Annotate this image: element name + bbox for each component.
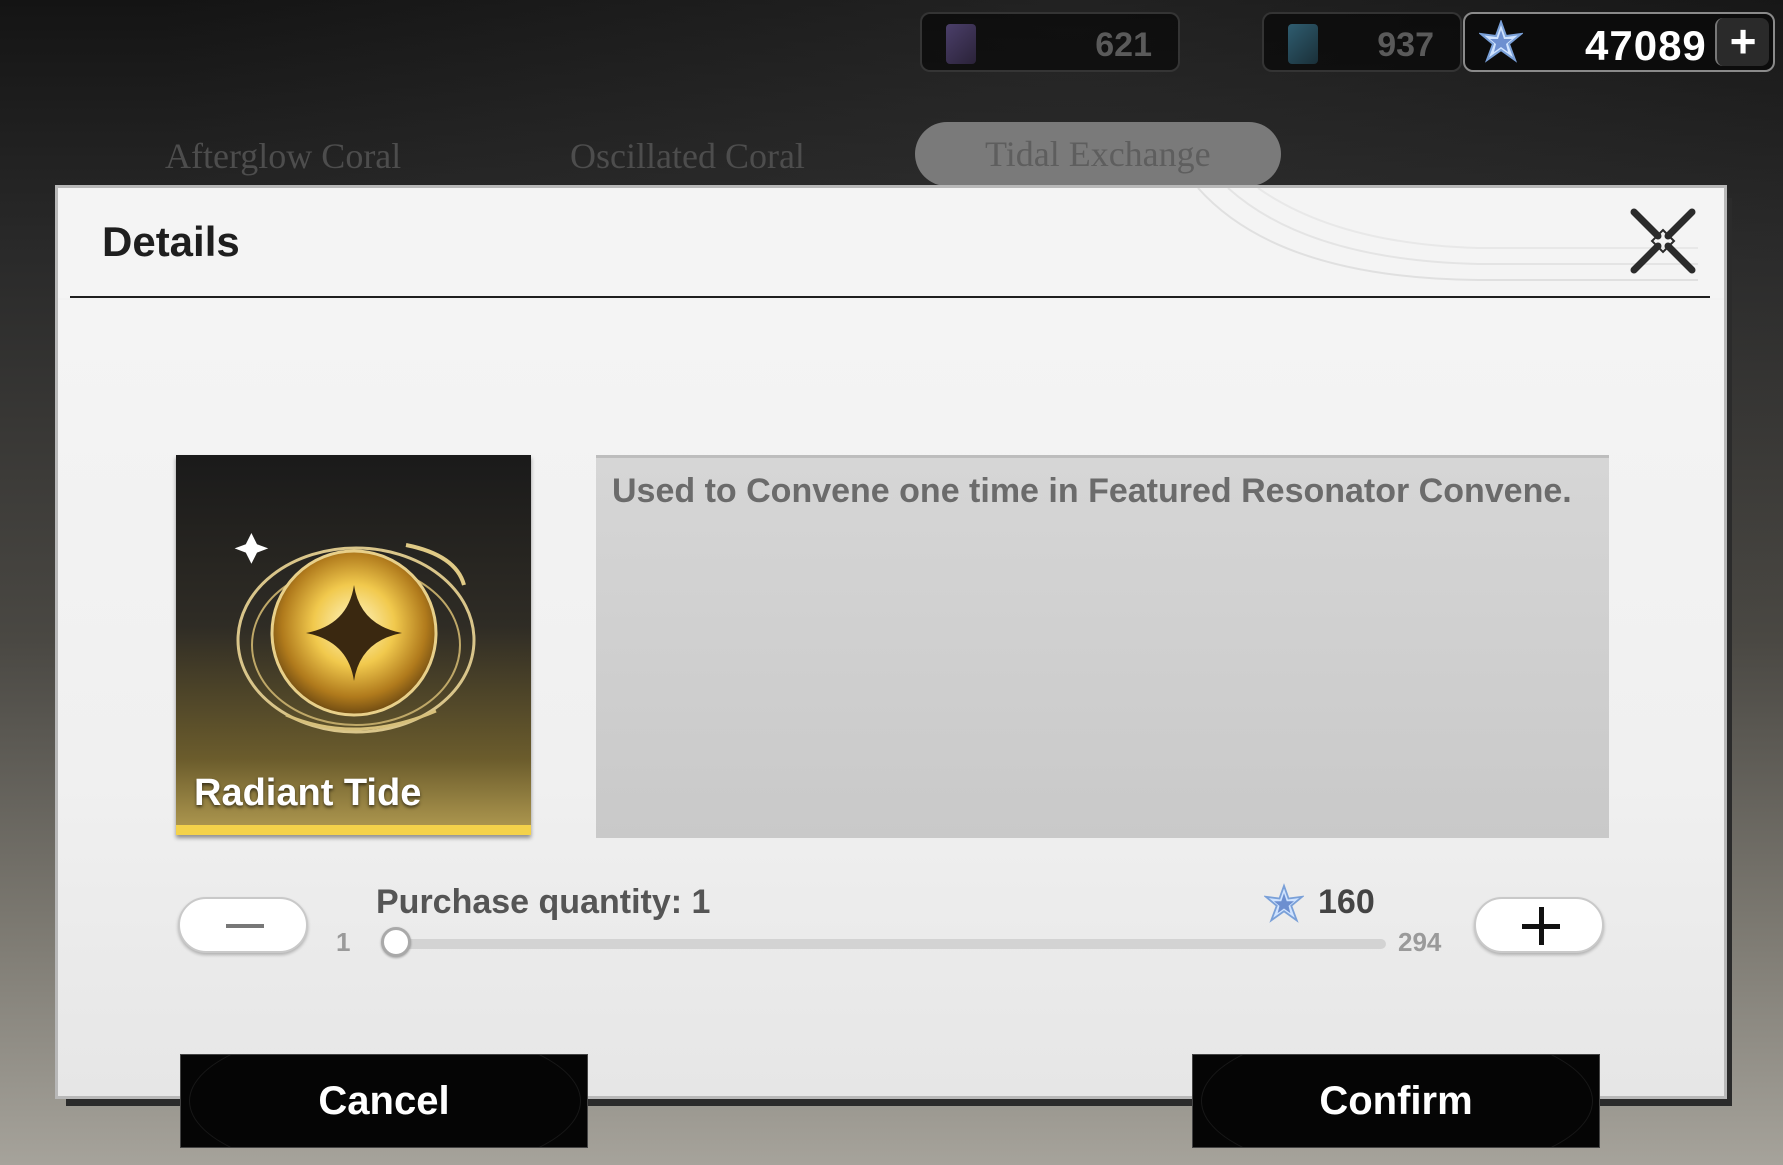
close-x-icon[interactable]: [1628, 206, 1698, 276]
total-price: 160: [1318, 883, 1375, 921]
rarity-bar: [176, 825, 531, 835]
item-card: Radiant Tide: [176, 455, 531, 835]
cancel-button[interactable]: Cancel: [180, 1054, 588, 1148]
slider-min-label: 1: [336, 927, 351, 957]
astrite-star-icon: [1479, 20, 1523, 63]
confirm-label: Confirm: [1319, 1079, 1473, 1123]
item-name: Radiant Tide: [194, 772, 422, 814]
oscillated-coral-icon: [1288, 24, 1318, 64]
item-description-box: Used to Convene one time in Featured Res…: [596, 455, 1609, 838]
quantity-slider[interactable]: [381, 927, 1386, 957]
slider-handle[interactable]: [381, 927, 411, 957]
slider-max-label: 294: [1398, 927, 1442, 957]
details-dialog: Details Radiant Tide Used to Convene one…: [58, 188, 1724, 1148]
cancel-label: Cancel: [318, 1079, 450, 1123]
minus-icon: [226, 924, 264, 928]
add-currency-button[interactable]: +: [1715, 18, 1769, 66]
decrease-quantity-button[interactable]: [178, 897, 308, 953]
dialog-body: Radiant Tide Used to Convene one time in…: [58, 300, 1724, 1148]
currency-afterglow-value: 621: [1095, 26, 1152, 64]
header-decoration: [1197, 188, 1698, 281]
tab-afterglow-coral: Afterglow Coral: [165, 136, 402, 176]
radiant-tide-orb-icon: [234, 533, 476, 734]
purchase-quantity-label: Purchase quantity: 1: [376, 883, 711, 921]
afterglow-coral-icon: [946, 24, 976, 64]
currency-oscillated: 937: [1262, 12, 1462, 72]
currency-oscillated-value: 937: [1377, 26, 1434, 64]
tab-oscillated-coral: Oscillated Coral: [570, 136, 805, 176]
item-description: Used to Convene one time in Featured Res…: [612, 472, 1572, 510]
dialog-title: Details: [102, 218, 240, 265]
confirm-button[interactable]: Confirm: [1192, 1054, 1600, 1148]
currency-astrite: 47089 +: [1463, 12, 1775, 72]
dialog-header: Details: [58, 188, 1724, 298]
increase-quantity-button[interactable]: [1474, 897, 1604, 953]
currency-afterglow: 621: [920, 12, 1180, 72]
currency-astrite-value: 47089: [1585, 22, 1707, 69]
tab-tidal-exchange: Tidal Exchange: [915, 122, 1281, 186]
header-divider: [70, 296, 1710, 298]
astrite-star-icon: [1264, 883, 1304, 923]
